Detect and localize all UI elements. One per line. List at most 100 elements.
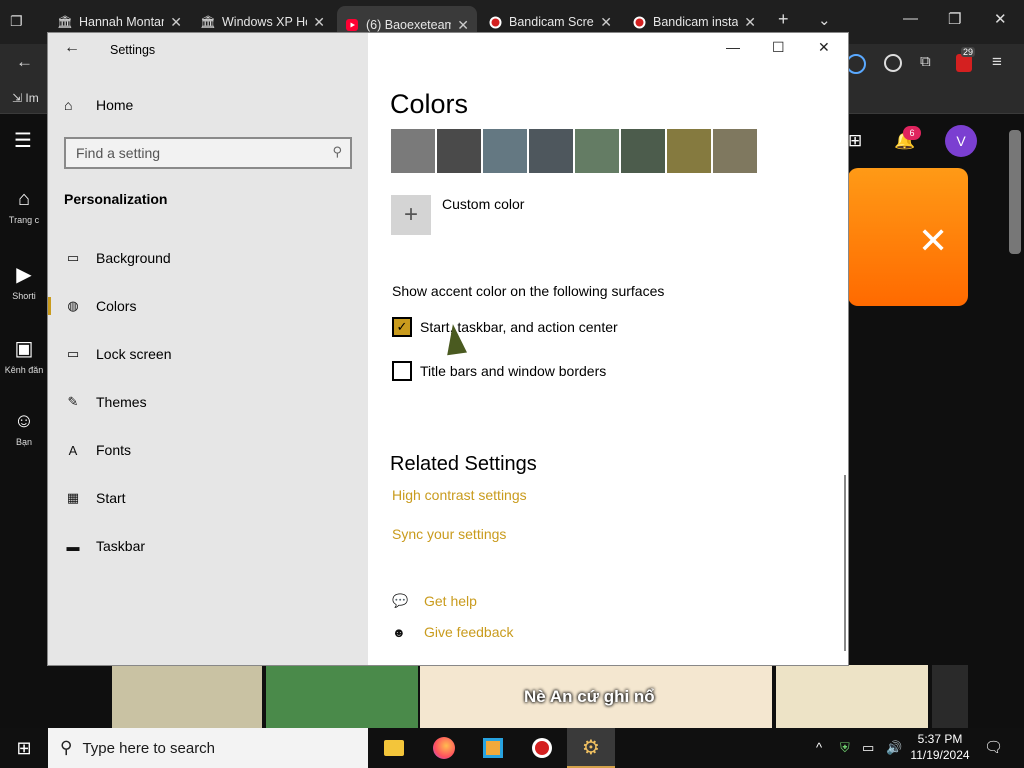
nav-item-colors[interactable]: ◍ Colors (48, 288, 368, 324)
window-title: Settings (110, 43, 156, 57)
color-swatch[interactable] (667, 129, 711, 173)
video-thumbnail[interactable] (112, 665, 262, 728)
nav-item-start[interactable]: ▦ Start (48, 480, 368, 516)
youtube-sidebar: ☰ ⌂ Trang c ▶ Shorti ▣ Kênh đăn ☺ Bạn (0, 114, 48, 728)
video-thumbnail[interactable] (266, 665, 418, 728)
video-thumbnail[interactable] (776, 665, 928, 728)
sync-icon[interactable] (846, 54, 866, 74)
find-setting-search-box[interactable]: Find a setting ⚲ (64, 137, 352, 169)
color-swatch[interactable] (713, 129, 757, 173)
close-icon[interactable]: ✕ (600, 14, 612, 31)
firefox-icon[interactable] (420, 728, 468, 768)
color-swatch[interactable] (621, 129, 665, 173)
account-icon[interactable] (884, 54, 902, 72)
maximize-icon[interactable]: ☐ (772, 39, 785, 56)
mouse-cursor-icon (443, 322, 467, 356)
notification-center-icon[interactable]: 🗨 (984, 738, 1003, 756)
hamburger-menu-icon[interactable]: ☰ (14, 128, 32, 153)
color-swatch[interactable] (437, 129, 481, 173)
import-icon: ⇲ (12, 91, 23, 105)
bank-icon: 🏛 (200, 14, 216, 29)
start-taskbar-checkbox-row[interactable]: ✓ Start, taskbar, and action center (392, 317, 618, 337)
custom-color-button[interactable]: + (391, 195, 431, 235)
bandicam-icon[interactable] (518, 728, 566, 768)
color-swatch[interactable] (575, 129, 619, 173)
custom-color-label[interactable]: Custom color (442, 196, 524, 212)
chevron-up-icon[interactable]: ^ (816, 740, 822, 755)
volume-icon[interactable]: 🔊 (886, 740, 902, 756)
content-scrollbar[interactable] (844, 475, 846, 651)
nav-item-lock-screen[interactable]: ▭ Lock screen (48, 336, 368, 372)
network-icon[interactable]: ▭ (862, 740, 874, 756)
settings-sidebar: ← Settings ⌂ Home Find a setting ⚲ Perso… (48, 33, 368, 665)
sync-settings-link[interactable]: Sync your settings (392, 526, 506, 542)
color-swatch[interactable] (483, 129, 527, 173)
promo-thumbnail[interactable]: ✕ (848, 168, 968, 306)
tab-label: Bandicam Scree (509, 15, 595, 29)
home-nav-item[interactable]: ⌂ Home (64, 97, 133, 113)
bookmark-import[interactable]: ⇲ Im (12, 91, 39, 105)
plus-icon: + (403, 201, 418, 228)
minimize-icon[interactable]: — (903, 10, 918, 27)
you-icon: ☺ (13, 410, 35, 432)
fonts-icon: A (68, 442, 78, 458)
high-contrast-link[interactable]: High contrast settings (392, 487, 527, 503)
nav-item-label: Taskbar (96, 538, 146, 554)
new-tab-icon[interactable]: + (778, 9, 789, 30)
search-icon[interactable]: ⚲ (332, 144, 342, 160)
tab-list-icon[interactable]: ❐ (10, 13, 23, 30)
color-swatch[interactable] (391, 129, 435, 173)
yt-sidebar-label: Trang c (8, 215, 40, 225)
minimize-icon[interactable]: — (726, 39, 740, 55)
taskbar-search-box[interactable]: ⚲ Type here to search (48, 728, 368, 768)
title-bars-checkbox[interactable] (392, 361, 412, 381)
home-icon: ⌂ (64, 97, 73, 113)
yt-sidebar-item[interactable]: ☺ Bạn (0, 410, 48, 447)
yt-sidebar-item[interactable]: ⌂ Trang c (0, 188, 48, 225)
security-icon[interactable]: ⛨ (840, 740, 850, 756)
search-placeholder: Find a setting (76, 145, 161, 161)
avatar[interactable]: V (945, 125, 977, 157)
restore-icon[interactable]: ❐ (948, 10, 961, 28)
yt-sidebar-item[interactable]: ▶ Shorti (0, 262, 48, 301)
palette-icon: ◍ (67, 298, 79, 313)
picture-icon: ▭ (66, 250, 80, 265)
close-icon[interactable]: ✕ (457, 17, 469, 34)
back-arrow-icon[interactable]: ← (16, 52, 33, 72)
yt-sidebar-label: Shorti (12, 291, 36, 301)
nav-item-fonts[interactable]: A Fonts (48, 432, 368, 468)
video-thumbnail[interactable] (932, 665, 968, 728)
windows-store-icon[interactable] (469, 728, 517, 768)
get-help-label: Get help (424, 593, 477, 609)
extensions-icon[interactable]: ⧉ (920, 53, 931, 70)
video-thumbnail[interactable]: Nè An cứ ghi nổ (420, 665, 772, 728)
windows-start-icon[interactable]: ⊞ (0, 728, 48, 768)
title-bars-checkbox-row[interactable]: Title bars and window borders (392, 361, 606, 381)
back-arrow-icon[interactable]: ← (64, 39, 80, 57)
yt-sidebar-item[interactable]: ▣ Kênh đăn (0, 336, 48, 375)
close-icon[interactable]: ✕ (313, 14, 325, 31)
bank-icon: 🏛 (57, 14, 73, 29)
file-explorer-icon[interactable] (370, 728, 418, 768)
menu-icon[interactable]: ≡ (992, 52, 1002, 72)
tab-label: (6) Baoexeteam (366, 18, 452, 32)
page-scrollbar[interactable] (1009, 130, 1021, 254)
start-taskbar-checkbox[interactable]: ✓ (392, 317, 412, 337)
record-icon (488, 15, 502, 29)
close-icon[interactable]: ✕ (994, 10, 1007, 28)
yt-sidebar-label: Bạn (15, 437, 32, 447)
create-video-icon[interactable]: ⊞ (848, 131, 862, 151)
chevron-down-icon[interactable]: ⌄ (818, 11, 831, 29)
settings-gear-icon[interactable]: ⚙ (567, 728, 615, 768)
nav-item-themes[interactable]: ✎ Themes (48, 384, 368, 420)
close-icon[interactable]: ✕ (744, 14, 756, 31)
nav-item-taskbar[interactable]: ▬ Taskbar (48, 528, 368, 564)
give-feedback-link[interactable]: ☻ Give feedback (392, 624, 514, 640)
nav-item-background[interactable]: ▭ Background (48, 240, 368, 276)
nav-item-label: Themes (96, 394, 147, 410)
close-icon[interactable]: ✕ (818, 39, 830, 56)
system-clock[interactable]: 5:37 PM 11/19/2024 (905, 731, 975, 763)
color-swatch[interactable] (529, 129, 573, 173)
close-icon[interactable]: ✕ (170, 14, 182, 31)
get-help-link[interactable]: 💬 Get help (392, 593, 477, 609)
